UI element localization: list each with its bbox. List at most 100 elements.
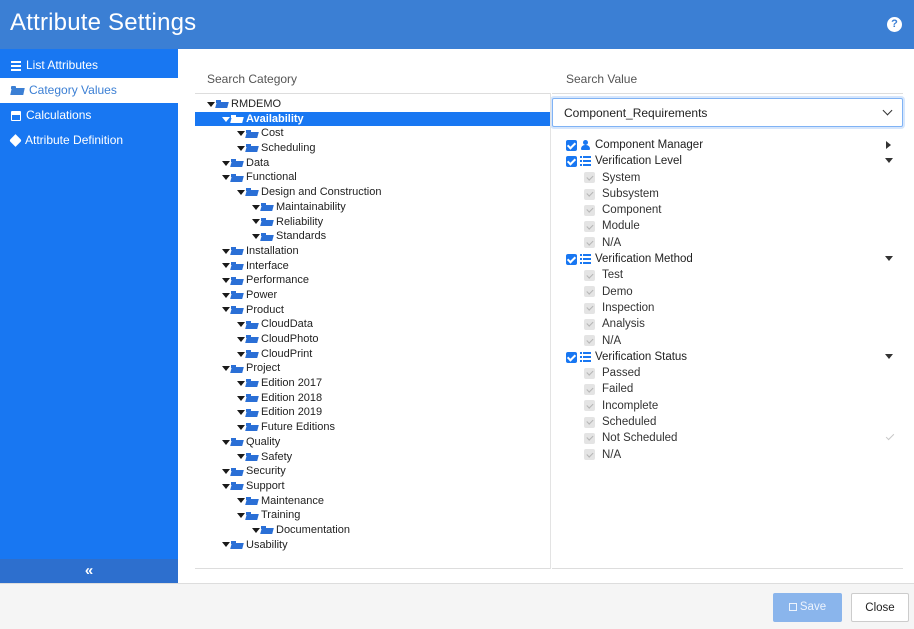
tree-node[interactable]: Edition 2018 [195,391,550,406]
tree-node[interactable]: Documentation [195,523,550,538]
caret-down-icon[interactable] [222,175,230,181]
caret-down-icon[interactable] [237,189,245,195]
value-checkbox[interactable] [584,400,595,412]
attribute-checkbox[interactable] [566,253,577,265]
value-checkbox[interactable] [584,221,595,233]
value-checkbox[interactable] [584,204,595,216]
caret-down-icon[interactable] [222,248,230,254]
tree-node[interactable]: Future Editions [195,420,550,435]
caret-down-icon[interactable] [222,366,230,372]
caret-down-icon[interactable] [207,101,215,107]
caret-down-icon[interactable] [237,410,245,416]
caret-down-icon[interactable] [222,483,230,489]
tree-node[interactable]: Data [195,156,550,171]
caret-down-icon[interactable] [222,469,230,475]
tree-node[interactable]: Cost [195,126,550,141]
tree-node[interactable]: Quality [195,435,550,450]
tree-node[interactable]: CloudData [195,317,550,332]
tree-node[interactable]: CloudPhoto [195,332,550,347]
tree-node[interactable]: Usability [195,538,550,553]
tree-node[interactable]: Safety [195,450,550,465]
sidebar-item-attribute-definition[interactable]: Attribute Definition [0,128,178,153]
tree-node[interactable]: Maintainability [195,200,550,215]
tree-node[interactable]: Maintenance [195,494,550,509]
close-button[interactable]: Close [851,593,909,622]
tree-node[interactable]: Project [195,361,550,376]
caret-down-icon[interactable] [222,116,230,122]
value-checkbox[interactable] [584,286,595,298]
caret-down-icon[interactable] [222,160,230,166]
caret-down-icon[interactable] [885,256,893,262]
tree-node[interactable]: Edition 2017 [195,376,550,391]
tree-node[interactable]: Training [195,508,550,523]
value-checkbox[interactable] [584,318,595,330]
tree-node[interactable]: Interface [195,259,550,274]
tree-node[interactable]: Product [195,303,550,318]
value-checkbox[interactable] [584,188,595,200]
value-checkbox[interactable] [584,172,595,184]
attribute-checkbox[interactable] [566,139,577,151]
collapse-sidebar-button[interactable]: « [0,559,178,583]
folder-open-icon [246,188,258,196]
value-select[interactable]: Component_Requirements [552,98,903,127]
help-icon[interactable]: ? [887,17,902,32]
caret-down-icon[interactable] [222,263,230,269]
caret-down-icon[interactable] [222,278,230,284]
tree-node[interactable]: Support [195,479,550,494]
attribute-checkbox[interactable] [566,351,577,363]
value-checkbox[interactable] [584,384,595,396]
caret-down-icon[interactable] [237,454,245,460]
value-checkbox[interactable] [584,367,595,379]
tree-node[interactable]: Scheduling [195,141,550,156]
caret-down-icon[interactable] [237,380,245,386]
tree-node[interactable]: Standards [195,229,550,244]
caret-down-icon[interactable] [222,307,230,313]
value-row: N/A [566,333,896,349]
caret-down-icon[interactable] [885,353,893,359]
tree-node[interactable]: Design and Construction [195,185,550,200]
caret-down-icon[interactable] [237,145,245,151]
caret-down-icon[interactable] [237,336,245,342]
caret-down-icon[interactable] [222,292,230,298]
attribute-checkbox[interactable] [566,155,577,167]
caret-down-icon[interactable] [237,351,245,357]
tree-node[interactable]: Security [195,464,550,479]
tree-node[interactable]: CloudPrint [195,347,550,362]
caret-down-icon[interactable] [885,158,893,164]
caret-down-icon[interactable] [237,322,245,328]
tree-node[interactable]: Reliability [195,215,550,230]
caret-down-icon[interactable] [237,513,245,519]
save-button[interactable]: Save [773,593,842,622]
tree-node[interactable]: Functional [195,170,550,185]
tree-node[interactable]: Performance [195,273,550,288]
tree-node[interactable]: RMDEMO [195,97,550,112]
folder-open-icon [246,335,258,343]
value-checkbox[interactable] [584,432,595,444]
value-row: Component [566,202,896,218]
value-checkbox[interactable] [584,237,595,249]
sidebar-item-list-attributes[interactable]: List Attributes [0,53,178,78]
sidebar-item-category-values[interactable]: Category Values [0,78,178,103]
tree-node[interactable]: Edition 2019 [195,405,550,420]
caret-down-icon[interactable] [237,498,245,504]
tree-node[interactable]: Installation [195,244,550,259]
value-checkbox[interactable] [584,335,595,347]
caret-down-icon[interactable] [222,439,230,445]
tree-node[interactable]: Power [195,288,550,303]
value-checkbox[interactable] [584,449,595,461]
value-checkbox[interactable] [584,270,595,282]
caret-down-icon[interactable] [237,424,245,430]
value-checkbox[interactable] [584,302,595,314]
caret-down-icon[interactable] [252,234,260,240]
caret-down-icon[interactable] [222,542,230,548]
caret-down-icon[interactable] [237,131,245,137]
value-label: Test [602,269,624,282]
caret-right-icon[interactable] [886,141,891,149]
caret-down-icon[interactable] [252,219,260,225]
caret-down-icon[interactable] [252,527,260,533]
value-checkbox[interactable] [584,416,595,428]
sidebar-item-calculations[interactable]: Calculations [0,103,178,128]
tree-node[interactable]: Availability [195,111,550,127]
caret-down-icon[interactable] [252,204,260,210]
caret-down-icon[interactable] [237,395,245,401]
